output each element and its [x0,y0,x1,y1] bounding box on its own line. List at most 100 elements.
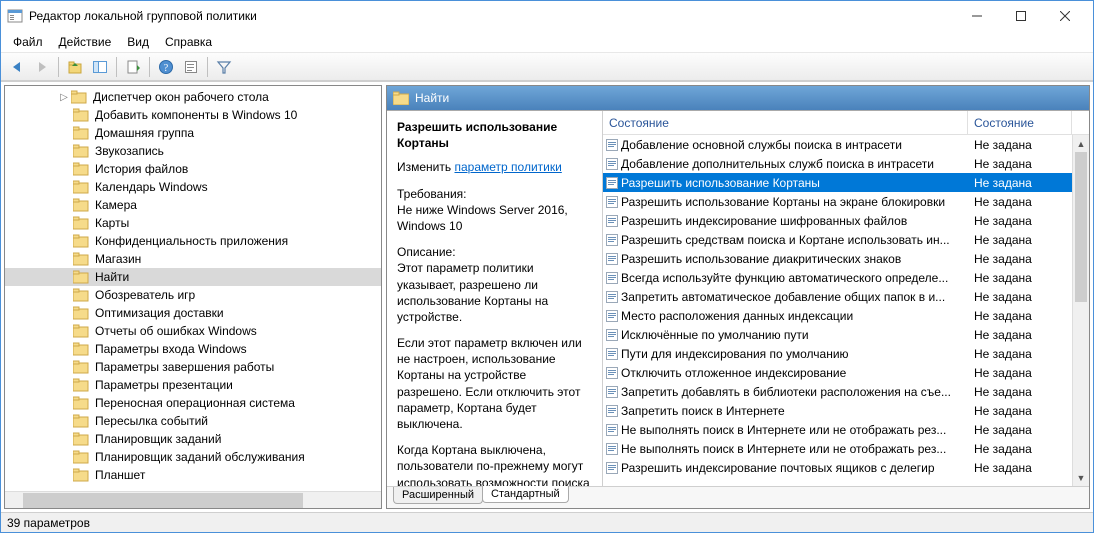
menu-action[interactable]: Действие [51,33,120,51]
properties-button[interactable] [179,55,203,79]
menu-help[interactable]: Справка [157,33,220,51]
scroll-down-button[interactable]: ▼ [1073,469,1089,486]
chevron-right-icon[interactable]: ▷ [57,92,71,103]
tree-item-label: Карты [93,216,131,230]
tree-item[interactable]: ▷Диспетчер окон рабочего стола [5,88,381,106]
tree-item[interactable]: История файлов [5,160,381,178]
close-button[interactable] [1043,2,1087,30]
list-row[interactable]: Разрешить индексирование почтовых ящиков… [603,458,1072,477]
tree-item-label: Параметры входа Windows [93,342,249,356]
setting-title: Разрешить использование Кортаны [397,119,592,151]
tree-item[interactable]: Звукозапись [5,142,381,160]
description-p2: Если этот параметр включен или не настро… [397,335,592,432]
minimize-button[interactable] [955,2,999,30]
list-row[interactable]: Разрешить использование Кортаны на экран… [603,192,1072,211]
requirements-text: Не ниже Windows Server 2016, Windows 10 [397,202,592,234]
scrollbar-thumb[interactable] [1075,152,1087,302]
back-button[interactable] [5,55,29,79]
maximize-button[interactable] [999,2,1043,30]
folder-icon [73,450,89,464]
list-row[interactable]: Добавление дополнительных служб поиска в… [603,154,1072,173]
details-body: Разрешить использование Кортаны Изменить… [387,110,1089,486]
list-row[interactable]: Добавление основной службы поиска в интр… [603,135,1072,154]
tree-item[interactable]: Параметры презентации [5,376,381,394]
folder-icon [73,288,89,302]
forward-button[interactable] [30,55,54,79]
list-row[interactable]: Не выполнять поиск в Интернете или не от… [603,420,1072,439]
status-text: 39 параметров [7,516,90,530]
show-hide-tree-button[interactable] [88,55,112,79]
list-row[interactable]: Пути для индексирования по умолчаниюНе з… [603,344,1072,363]
tree-item[interactable]: Календарь Windows [5,178,381,196]
tab-standard[interactable]: Стандартный [482,486,569,503]
folder-icon [73,180,89,194]
menu-view[interactable]: Вид [119,33,157,51]
setting-name: Запретить добавлять в библиотеки располо… [621,385,968,399]
list-row[interactable]: Разрешить использование диакритических з… [603,249,1072,268]
list-row[interactable]: Место расположения данных индексацииНе з… [603,306,1072,325]
menu-file[interactable]: Файл [5,33,51,51]
tree-item[interactable]: Магазин [5,250,381,268]
help-button[interactable]: ? [154,55,178,79]
setting-name: Разрешить использование диакритических з… [621,252,968,266]
toolbar-separator [116,57,117,77]
tree-item[interactable]: Конфиденциальность приложения [5,232,381,250]
list-row[interactable]: Разрешить средствам поиска и Кортане исп… [603,230,1072,249]
tree-item[interactable]: Карты [5,214,381,232]
tree-item[interactable]: Планшет [5,466,381,484]
folder-icon [393,91,409,105]
menubar: Файл Действие Вид Справка [1,31,1093,53]
tree-item[interactable]: Планировщик заданий [5,430,381,448]
tree-item-label: Планировщик заданий [93,432,223,446]
tree-item[interactable]: Пересылка событий [5,412,381,430]
list-row[interactable]: Разрешить индексирование шифрованных фай… [603,211,1072,230]
list-row[interactable]: Разрешить использование КортаныНе задана [603,173,1072,192]
list-header: Состояние Состояние [603,111,1089,135]
folder-icon [71,90,87,104]
list-vscrollbar[interactable]: ▲ ▼ [1072,135,1089,486]
settings-list[interactable]: Добавление основной службы поиска в интр… [603,135,1089,486]
list-row[interactable]: Всегда используйте функцию автоматическо… [603,268,1072,287]
tree-item[interactable]: Параметры входа Windows [5,340,381,358]
tree-hscrollbar[interactable] [5,491,381,508]
tree-item[interactable]: Параметры завершения работы [5,358,381,376]
list-row[interactable]: Запретить поиск в ИнтернетеНе задана [603,401,1072,420]
scroll-up-button[interactable]: ▲ [1073,135,1089,152]
column-header-state[interactable]: Состояние [968,111,1072,134]
tree-item[interactable]: Камера [5,196,381,214]
list-row[interactable]: Отключить отложенное индексированиеНе за… [603,363,1072,382]
toolbar-separator [58,57,59,77]
tree-item[interactable]: Планировщик заданий обслуживания [5,448,381,466]
folder-icon [73,216,89,230]
setting-name: Место расположения данных индексации [621,309,968,323]
policy-icon [603,461,621,475]
tree-item-label: Оптимизация доставки [93,306,226,320]
tree-item[interactable]: Оптимизация доставки [5,304,381,322]
tree-item[interactable]: Переносная операционная система [5,394,381,412]
tree-item-label: Конфиденциальность приложения [93,234,290,248]
filter-button[interactable] [212,55,236,79]
list-row[interactable]: Запретить добавлять в библиотеки располо… [603,382,1072,401]
column-header-name[interactable]: Состояние [603,111,968,134]
policy-icon [603,328,621,342]
tree-view[interactable]: ▷Диспетчер окон рабочего стола Добавить к… [5,86,381,491]
policy-icon [603,138,621,152]
scrollbar-thumb[interactable] [23,493,303,508]
list-row[interactable]: Исключённые по умолчанию путиНе задана [603,325,1072,344]
tree-item[interactable]: Обозреватель игр [5,286,381,304]
policy-icon [603,233,621,247]
tree-item-label: Планшет [93,468,147,482]
up-button[interactable] [63,55,87,79]
edit-policy-link[interactable]: параметр политики [454,160,561,174]
export-list-button[interactable] [121,55,145,79]
tab-extended[interactable]: Расширенный [393,487,483,504]
tree-item[interactable]: Найти [5,268,381,286]
tree-item[interactable]: Добавить компоненты в Windows 10 [5,106,381,124]
setting-name: Отключить отложенное индексирование [621,366,968,380]
tree-item[interactable]: Домашняя группа [5,124,381,142]
setting-name: Разрешить использование Кортаны [621,176,968,190]
list-row[interactable]: Запретить автоматическое добавление общи… [603,287,1072,306]
tree-item[interactable]: Отчеты об ошибках Windows [5,322,381,340]
tree-item-label: Добавить компоненты в Windows 10 [93,108,299,122]
list-row[interactable]: Не выполнять поиск в Интернете или не от… [603,439,1072,458]
